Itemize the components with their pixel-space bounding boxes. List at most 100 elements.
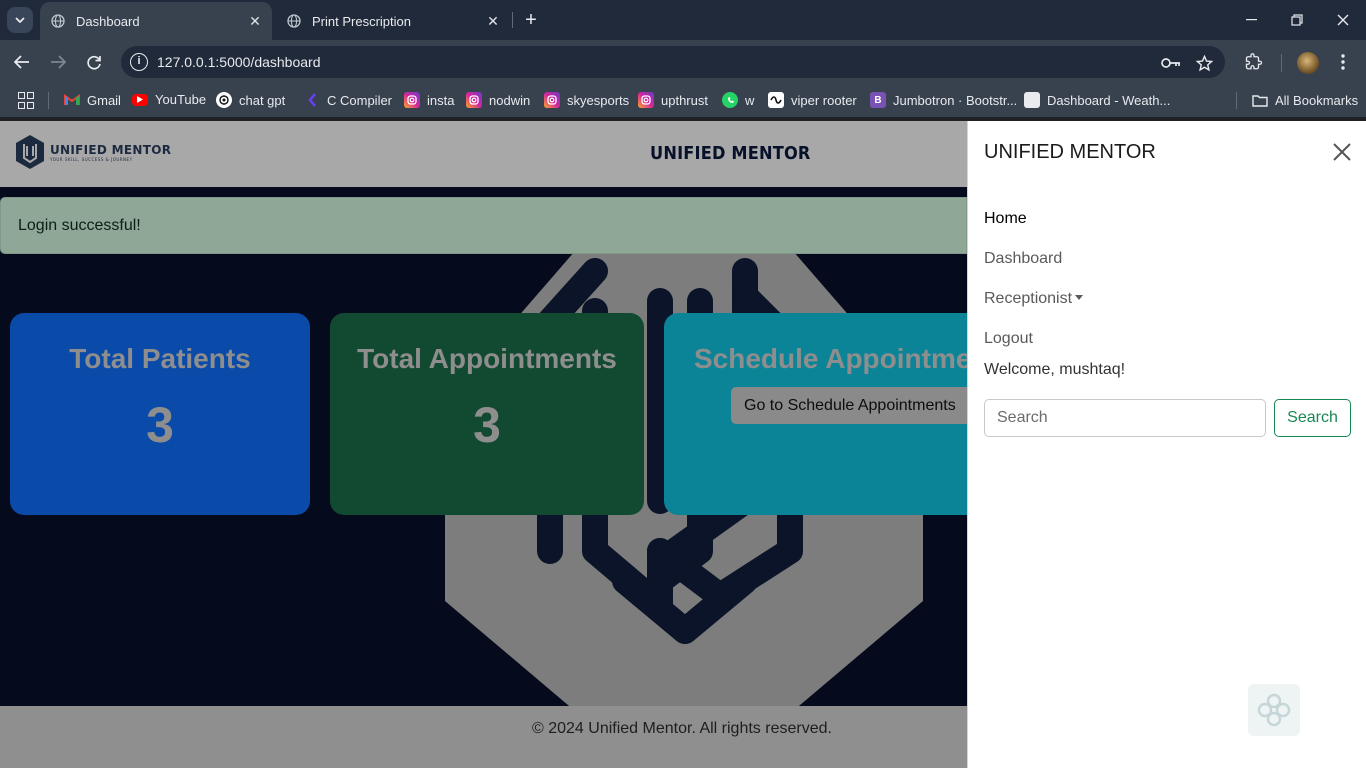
footer-copyright: © 2024 Unified Mentor. All rights reserv…: [532, 720, 832, 737]
bookmark-insta[interactable]: insta: [404, 92, 454, 108]
new-tab-button[interactable]: +: [520, 9, 542, 31]
tab-title: Dashboard: [76, 13, 140, 29]
bookmark-skyesports[interactable]: skyesports: [544, 92, 629, 108]
profile-avatar[interactable]: [1297, 52, 1319, 74]
close-tab-icon[interactable]: ✕: [246, 12, 264, 30]
tab-dashboard[interactable]: Dashboard ✕: [40, 2, 272, 40]
url-path: :5000/dashboard: [215, 54, 321, 70]
site-navbar: UNIFIED MENTOR YOUR SKILL, SUCCESS & JOU…: [0, 121, 967, 187]
bookmark-star-icon[interactable]: [1194, 53, 1214, 73]
close-window-icon[interactable]: [1320, 0, 1366, 40]
whatsapp-icon: [722, 92, 738, 108]
card-value: 3: [146, 397, 174, 453]
tab-search-button[interactable]: [7, 7, 33, 33]
bookmarks-bar: Gmail YouTube chat gpt C Compiler insta …: [0, 84, 1366, 117]
tab-print-prescription[interactable]: Print Prescription ✕: [276, 2, 510, 40]
bookmark-label: upthrust: [661, 92, 708, 108]
close-tab-icon[interactable]: ✕: [484, 12, 502, 30]
page-icon: [1024, 92, 1040, 108]
card-title: Total Appointments: [357, 343, 617, 374]
youtube-icon: [132, 93, 148, 106]
minimize-icon[interactable]: [1228, 0, 1274, 40]
reload-icon[interactable]: [82, 50, 106, 74]
bookmark-gmail[interactable]: Gmail: [64, 92, 121, 108]
go-to-schedule-button[interactable]: Go to Schedule Appointments: [731, 387, 971, 424]
bookmark-jumbotron[interactable]: B Jumbotron · Bootstr...: [870, 92, 1017, 108]
bookmark-youtube[interactable]: YouTube: [132, 92, 206, 107]
logo-wordmark: UNIFIED MENTOR: [50, 142, 172, 157]
instagram-icon: [466, 92, 482, 108]
browser-toolbar: i 127.0.0.1:5000/dashboard: [0, 40, 1366, 84]
alert-message: Login successful!: [18, 217, 141, 234]
forward-icon[interactable]: [46, 50, 70, 74]
search-button[interactable]: Search: [1274, 399, 1351, 437]
bookmark-label: viper rooter: [791, 92, 857, 108]
nav-dropdown-receptionist[interactable]: Receptionist: [984, 290, 1084, 308]
restore-icon[interactable]: [1274, 0, 1320, 40]
instagram-icon: [544, 92, 560, 108]
instagram-icon: [638, 92, 654, 108]
card-title: Schedule Appointments: [694, 343, 984, 374]
tab-title: Print Prescription: [312, 13, 411, 29]
page-title: UNIFIED MENTOR: [650, 143, 811, 164]
chatgpt-icon: [216, 92, 232, 108]
bookmark-c-compiler[interactable]: C Compiler: [304, 92, 392, 108]
site-info-icon[interactable]: i: [130, 53, 148, 71]
web-page: UNIFIED MENTOR YOUR SKILL, SUCCESS & JOU…: [0, 121, 1366, 768]
bookmark-chat-gpt[interactable]: chat gpt: [216, 92, 285, 108]
address-bar[interactable]: i 127.0.0.1:5000/dashboard: [121, 46, 1225, 78]
bookmark-label: nodwin: [489, 92, 531, 108]
offcanvas-menu: UNIFIED MENTOR Home Dashboard Receptioni…: [967, 121, 1366, 768]
all-bookmarks[interactable]: All Bookmarks: [1252, 92, 1358, 108]
chevron-down-icon: [15, 17, 25, 23]
nav-link-home[interactable]: Home: [984, 210, 1027, 228]
folder-icon: [1252, 92, 1268, 108]
viper-icon: [768, 92, 784, 108]
bookmarks-divider: [48, 92, 49, 109]
toolbar-divider: [1281, 54, 1282, 72]
bookmark-label: chat gpt: [239, 92, 286, 108]
bookmark-label: insta: [427, 92, 455, 108]
login-success-alert: Login successful!: [0, 197, 967, 254]
card-title: Total Patients: [69, 343, 251, 374]
nav-link-logout[interactable]: Logout: [984, 330, 1033, 348]
bookmark-dashboard-weather[interactable]: Dashboard - Weath...: [1024, 92, 1170, 108]
site-logo[interactable]: UNIFIED MENTOR YOUR SKILL, SUCCESS & JOU…: [14, 134, 171, 170]
bookmark-label: All Bookmarks: [1275, 92, 1359, 108]
bookmark-upthrust[interactable]: upthrust: [638, 92, 708, 108]
bookmark-w[interactable]: w: [722, 92, 754, 108]
apps-grid-icon[interactable]: [18, 92, 34, 109]
globe-icon: [50, 13, 66, 29]
bookmark-viper-rooter[interactable]: viper rooter: [768, 92, 857, 108]
bookmark-label: skyesports: [567, 92, 630, 108]
bookmarks-divider: [1236, 92, 1237, 109]
floating-assistant-icon[interactable]: [1248, 684, 1300, 736]
offcanvas-title: UNIFIED MENTOR: [984, 141, 1156, 163]
extensions-icon[interactable]: [1243, 51, 1265, 73]
dropdown-label: Receptionist: [984, 290, 1073, 307]
bookmark-label: Gmail: [87, 92, 121, 108]
bookmark-label: YouTube: [155, 92, 207, 107]
bookmark-label: w: [745, 92, 755, 108]
back-icon[interactable]: [10, 50, 34, 74]
logo-tagline: YOUR SKILL, SUCCESS & JOURNEY: [50, 156, 133, 162]
search-input[interactable]: [984, 399, 1266, 437]
instagram-icon: [404, 92, 420, 108]
compiler-icon: [304, 92, 320, 108]
welcome-message: Welcome, mushtaq!: [984, 361, 1126, 378]
tab-strip: Dashboard ✕ Print Prescription ✕ +: [0, 0, 1366, 40]
site-footer: © 2024 Unified Mentor. All rights reserv…: [0, 706, 967, 768]
password-key-icon[interactable]: [1161, 53, 1181, 73]
menu-kebab-icon[interactable]: [1332, 51, 1354, 73]
url-text[interactable]: 127.0.0.1:5000/dashboard: [157, 54, 320, 70]
bookmark-nodwin[interactable]: nodwin: [466, 92, 530, 108]
close-icon[interactable]: [1330, 140, 1354, 164]
nav-link-dashboard[interactable]: Dashboard: [984, 250, 1062, 268]
card-value: 3: [473, 397, 501, 453]
gmail-icon: [64, 92, 80, 108]
unified-mentor-logo-icon: [16, 135, 44, 169]
tab-divider: [512, 12, 513, 28]
total-appointments-card: Total Appointments 3: [330, 313, 644, 515]
bookmark-label: Dashboard - Weath...: [1047, 92, 1171, 108]
logo-text: UNIFIED MENTOR YOUR SKILL, SUCCESS & JOU…: [50, 143, 171, 162]
